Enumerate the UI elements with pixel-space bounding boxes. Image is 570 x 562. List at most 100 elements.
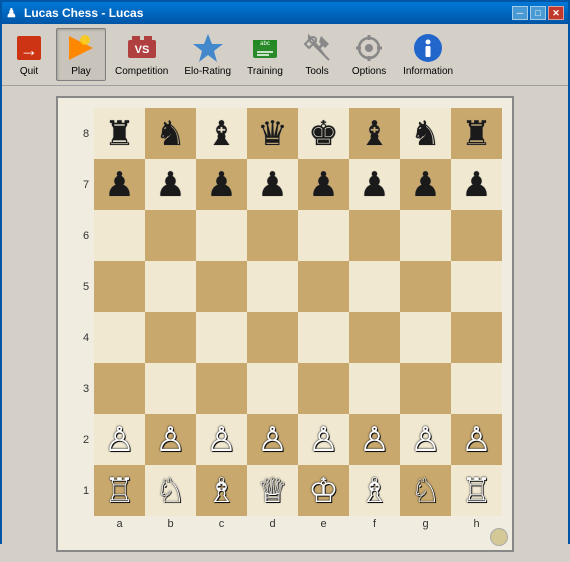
square-b1[interactable]: ♘ <box>145 465 196 516</box>
square-a6[interactable] <box>94 210 145 261</box>
piece-wp-f2: ♙ <box>359 423 389 457</box>
maximize-button[interactable]: □ <box>530 6 546 20</box>
square-a4[interactable] <box>94 312 145 363</box>
piece-bp-e7: ♟ <box>308 168 338 202</box>
square-g1[interactable]: ♘ <box>400 465 451 516</box>
training-button[interactable]: abc Training <box>240 28 290 81</box>
chess-board-area: 8♜♞♝♛♚♝♞♜7♟♟♟♟♟♟♟♟65432♙♙♙♙♙♙♙♙1♖♘♗♕♔♗♘♖ <box>78 108 502 516</box>
square-f2[interactable]: ♙ <box>349 414 400 465</box>
information-button[interactable]: Information <box>396 28 460 81</box>
minimize-button[interactable]: ─ <box>512 6 528 20</box>
square-f6[interactable] <box>349 210 400 261</box>
square-f4[interactable] <box>349 312 400 363</box>
square-b5[interactable] <box>145 261 196 312</box>
square-g7[interactable]: ♟ <box>400 159 451 210</box>
rank-label-8: 8 <box>78 128 94 140</box>
square-g5[interactable] <box>400 261 451 312</box>
file-f: f <box>349 518 400 530</box>
piece-bn-b8: ♞ <box>155 117 185 151</box>
square-h5[interactable] <box>451 261 502 312</box>
elo-rating-button[interactable]: Elo-Rating <box>177 28 238 81</box>
rank-label-5: 5 <box>78 281 94 293</box>
square-e7[interactable]: ♟ <box>298 159 349 210</box>
competition-button[interactable]: VS Competition <box>108 28 175 81</box>
square-d6[interactable] <box>247 210 298 261</box>
file-labels: a b c d e f g h <box>94 518 502 530</box>
square-a3[interactable] <box>94 363 145 414</box>
tools-button[interactable]: Tools <box>292 28 342 81</box>
square-e3[interactable] <box>298 363 349 414</box>
quit-button[interactable]: → Quit <box>4 28 54 81</box>
square-f5[interactable] <box>349 261 400 312</box>
svg-text:→: → <box>20 40 38 60</box>
square-h6[interactable] <box>451 210 502 261</box>
square-d4[interactable] <box>247 312 298 363</box>
square-g4[interactable] <box>400 312 451 363</box>
square-c8[interactable]: ♝ <box>196 108 247 159</box>
square-h3[interactable] <box>451 363 502 414</box>
piece-bk-e8: ♚ <box>308 117 338 151</box>
file-b: b <box>145 518 196 530</box>
square-e6[interactable] <box>298 210 349 261</box>
square-d3[interactable] <box>247 363 298 414</box>
square-f1[interactable]: ♗ <box>349 465 400 516</box>
board-container: 8♜♞♝♛♚♝♞♜7♟♟♟♟♟♟♟♟65432♙♙♙♙♙♙♙♙1♖♘♗♕♔♗♘♖… <box>56 96 514 552</box>
square-d5[interactable] <box>247 261 298 312</box>
square-c4[interactable] <box>196 312 247 363</box>
square-f7[interactable]: ♟ <box>349 159 400 210</box>
square-e8[interactable]: ♚ <box>298 108 349 159</box>
square-c7[interactable]: ♟ <box>196 159 247 210</box>
options-button[interactable]: Options <box>344 28 394 81</box>
piece-bp-b7: ♟ <box>155 168 185 202</box>
square-e5[interactable] <box>298 261 349 312</box>
rank-3-row: 3 <box>78 363 502 414</box>
square-f3[interactable] <box>349 363 400 414</box>
square-b6[interactable] <box>145 210 196 261</box>
square-a8[interactable]: ♜ <box>94 108 145 159</box>
rank-label-3: 3 <box>78 383 94 395</box>
square-d1[interactable]: ♕ <box>247 465 298 516</box>
play-button[interactable]: ⚡ Play <box>56 28 106 81</box>
square-g3[interactable] <box>400 363 451 414</box>
square-c1[interactable]: ♗ <box>196 465 247 516</box>
square-b7[interactable]: ♟ <box>145 159 196 210</box>
square-e1[interactable]: ♔ <box>298 465 349 516</box>
piece-bn-g8: ♞ <box>410 117 440 151</box>
square-d2[interactable]: ♙ <box>247 414 298 465</box>
square-f8[interactable]: ♝ <box>349 108 400 159</box>
square-b3[interactable] <box>145 363 196 414</box>
quit-label: Quit <box>20 66 38 77</box>
square-e2[interactable]: ♙ <box>298 414 349 465</box>
square-c3[interactable] <box>196 363 247 414</box>
piece-bp-a7: ♟ <box>104 168 134 202</box>
square-c2[interactable]: ♙ <box>196 414 247 465</box>
competition-icon: VS <box>126 32 158 64</box>
window-title: Lucas Chess - Lucas <box>24 6 512 20</box>
square-h8[interactable]: ♜ <box>451 108 502 159</box>
square-h2[interactable]: ♙ <box>451 414 502 465</box>
close-button[interactable]: ✕ <box>548 6 564 20</box>
information-icon <box>412 32 444 64</box>
square-e4[interactable] <box>298 312 349 363</box>
rank-label-7: 7 <box>78 179 94 191</box>
svg-text:abc: abc <box>260 41 270 47</box>
square-b2[interactable]: ♙ <box>145 414 196 465</box>
square-d7[interactable]: ♟ <box>247 159 298 210</box>
square-c6[interactable] <box>196 210 247 261</box>
square-a1[interactable]: ♖ <box>94 465 145 516</box>
square-d8[interactable]: ♛ <box>247 108 298 159</box>
square-g2[interactable]: ♙ <box>400 414 451 465</box>
piece-bb-c8: ♝ <box>206 117 236 151</box>
square-g8[interactable]: ♞ <box>400 108 451 159</box>
square-b4[interactable] <box>145 312 196 363</box>
square-a5[interactable] <box>94 261 145 312</box>
square-c5[interactable] <box>196 261 247 312</box>
square-b8[interactable]: ♞ <box>145 108 196 159</box>
square-a7[interactable]: ♟ <box>94 159 145 210</box>
square-g6[interactable] <box>400 210 451 261</box>
square-h4[interactable] <box>451 312 502 363</box>
square-h7[interactable]: ♟ <box>451 159 502 210</box>
square-a2[interactable]: ♙ <box>94 414 145 465</box>
play-icon: ⚡ <box>65 32 97 64</box>
square-h1[interactable]: ♖ <box>451 465 502 516</box>
